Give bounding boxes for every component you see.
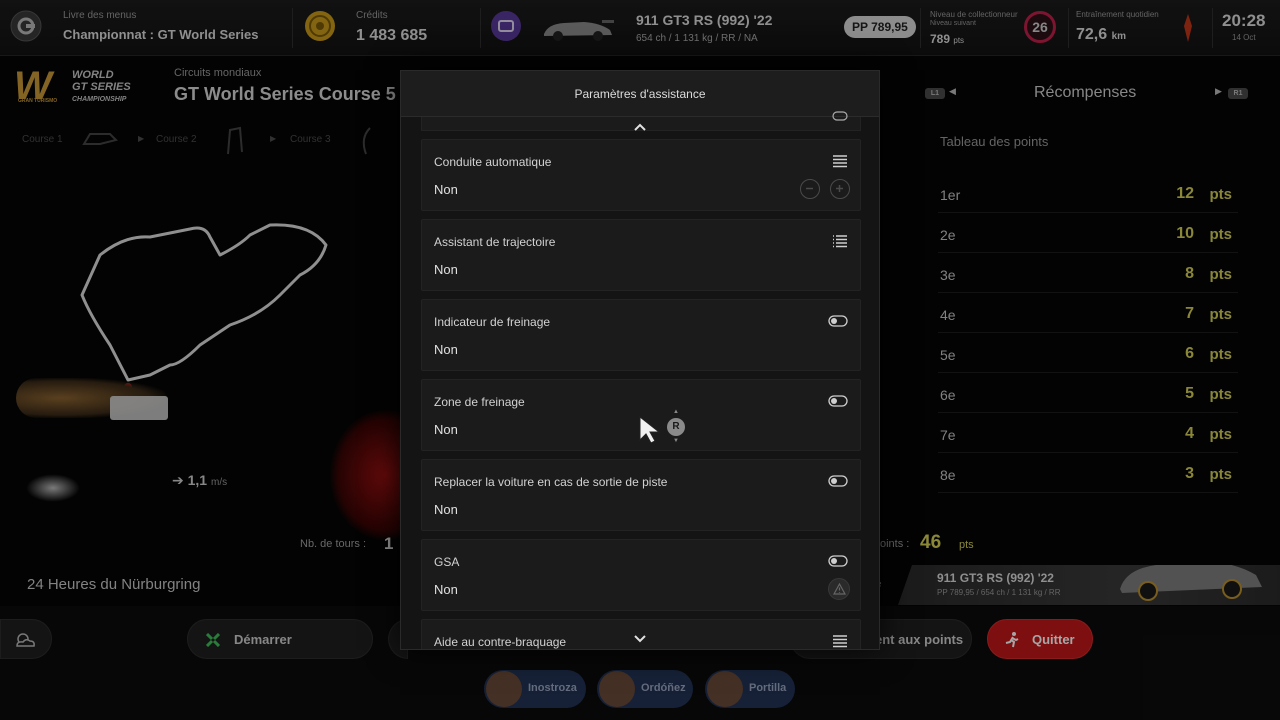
menu-lines-icon: [833, 155, 847, 168]
setting-line-assist[interactable]: Assistant de trajectoire Non: [421, 219, 861, 291]
setting-auto-reset-car[interactable]: Replacer la voiture en cas de sortie de …: [421, 459, 861, 531]
warning-icon: [833, 583, 846, 595]
minus-icon: [806, 187, 813, 190]
caret-up-icon: ▲: [673, 409, 679, 415]
plus-icon: [836, 185, 843, 192]
warning-button[interactable]: [828, 578, 850, 600]
caret-down-icon: ▼: [673, 438, 679, 444]
increase-button[interactable]: [830, 179, 850, 199]
chevron-up-icon[interactable]: [633, 121, 647, 133]
decrease-button[interactable]: [800, 179, 820, 199]
toggle-icon: [828, 555, 848, 567]
pointer-cursor-icon: [639, 416, 661, 444]
toggle-icon: [828, 315, 848, 327]
menu-lines-icon: [833, 635, 847, 648]
dialog-header: Paramètres d'assistance: [401, 71, 879, 117]
list-icon: [833, 235, 847, 248]
setting-braking-indicator[interactable]: Indicateur de freinage Non: [421, 299, 861, 371]
r-button-icon[interactable]: R: [667, 418, 685, 436]
toggle-icon: [828, 475, 848, 487]
toggle-icon: [832, 111, 848, 121]
toggle-icon: [828, 395, 848, 407]
dialog-title: Paramètres d'assistance: [574, 87, 706, 101]
assist-settings-dialog: Paramètres d'assistance Conduite automat…: [400, 70, 880, 650]
chevron-down-icon[interactable]: [633, 633, 647, 645]
setting-auto-drive[interactable]: Conduite automatique Non: [421, 139, 861, 211]
setting-gsa[interactable]: GSA Non: [421, 539, 861, 611]
